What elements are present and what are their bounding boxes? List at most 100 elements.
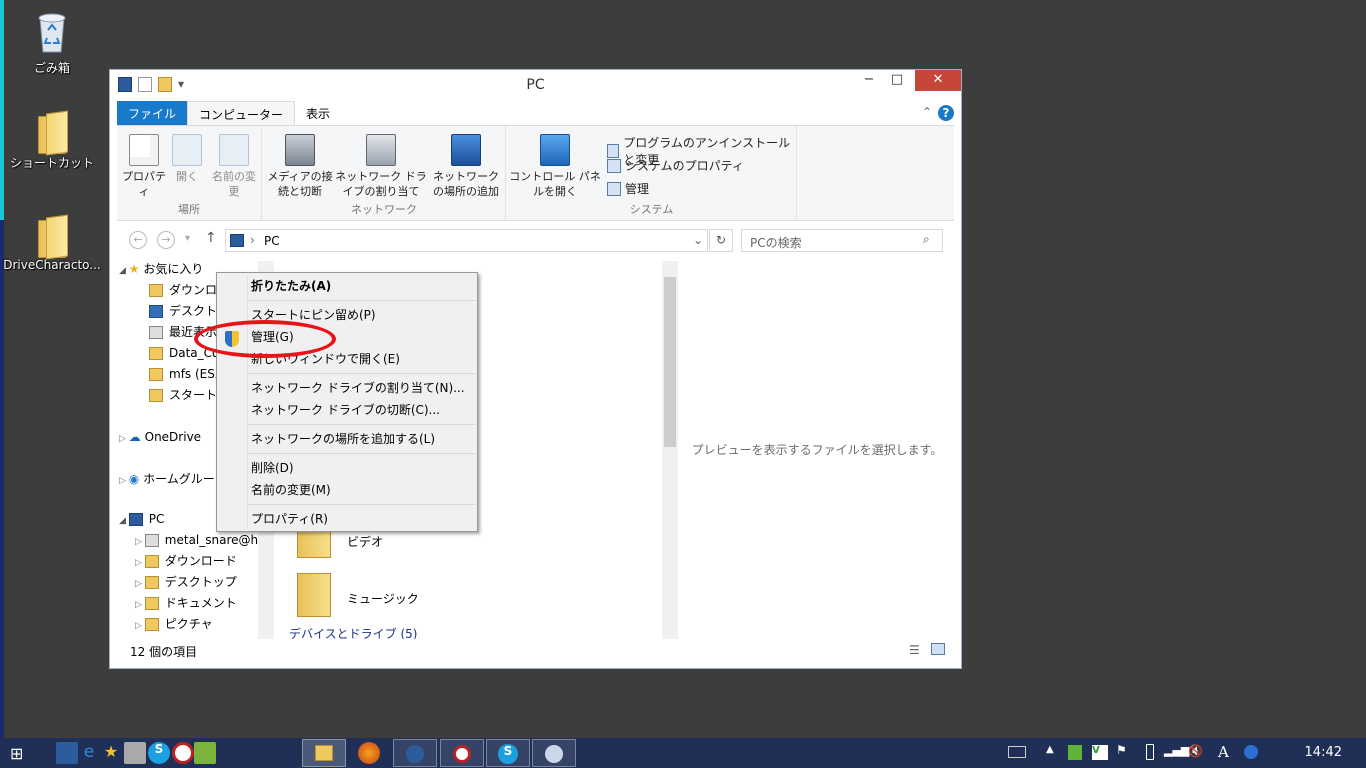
close-button[interactable]: ✕: [915, 70, 961, 91]
maximize-button[interactable]: □: [883, 70, 911, 91]
chevron-down-icon[interactable]: ⌄: [693, 233, 703, 247]
tree-item-pc-pictures[interactable]: ▷ ピクチャ: [135, 614, 213, 635]
battery-icon[interactable]: [1146, 744, 1154, 760]
group-header[interactable]: デバイスとドライブ (5): [289, 625, 417, 639]
search-input[interactable]: PCの検索: [741, 229, 943, 252]
ve-tray-icon[interactable]: V: [1092, 745, 1108, 760]
tree-item-pc[interactable]: ◢ PC: [119, 509, 164, 530]
green-app-icon[interactable]: [194, 742, 216, 764]
music-folder-icon[interactable]: [297, 573, 331, 617]
rename-button[interactable]: 名前の変更: [209, 134, 259, 199]
tree-item-pc-downloads[interactable]: ▷ ダウンロード: [135, 551, 237, 572]
tree-item-onedrive[interactable]: ▷ ☁ OneDrive: [119, 427, 201, 448]
media-connect-button[interactable]: メディアの接続と切断: [267, 134, 333, 199]
title-bar[interactable]: ▾ PC − □ ✕: [110, 70, 961, 101]
search-icon: ⌕: [923, 232, 930, 246]
ribbon-tabs: ファイル コンピューター 表示 ⌃ ?: [117, 101, 954, 125]
tab-computer[interactable]: コンピューター: [187, 101, 296, 125]
taskbar-app-button[interactable]: [393, 739, 437, 767]
taskbar-skype-button[interactable]: S: [486, 739, 530, 767]
tab-file[interactable]: ファイル: [117, 101, 188, 125]
red-highlight-annotation: [194, 320, 336, 358]
security-shield-icon[interactable]: [1068, 745, 1082, 760]
ribbon-group-system: コントロール パネルを開く プログラムのアンインストールと変更 システムのプロパ…: [507, 126, 797, 220]
skype-icon[interactable]: S: [148, 742, 170, 764]
recent-locations-icon[interactable]: ▾: [185, 233, 190, 244]
user-folder-icon: [144, 534, 159, 547]
taskbar-paint-button[interactable]: [532, 739, 576, 767]
large-icons-view-icon[interactable]: [931, 643, 945, 655]
content-scrollbar[interactable]: [662, 261, 678, 639]
menu-item-collapse[interactable]: 折りたたみ(A): [251, 275, 331, 297]
context-menu: 折りたたみ(A) スタートにピン留め(P) 管理(G) 新しいウィンドウで開く(…: [216, 272, 478, 532]
ime-icon[interactable]: A: [1218, 743, 1229, 761]
clock[interactable]: 14:42: [1305, 745, 1342, 760]
menu-item-delete[interactable]: 削除(D): [251, 457, 294, 479]
no-entry-icon[interactable]: [172, 742, 194, 764]
taskbar-noentry-button[interactable]: [440, 739, 484, 767]
desktop-icon-drivecharacto[interactable]: DriveCharacto...: [0, 216, 104, 272]
internet-explorer-icon[interactable]: e: [78, 742, 100, 764]
details-view-icon[interactable]: ☰: [909, 643, 920, 657]
recycle-bin-icon: [38, 13, 66, 53]
desktop-icon-shortcut[interactable]: ショートカット: [0, 112, 104, 171]
windows-start-icon[interactable]: ⊞: [10, 744, 23, 763]
expand-icon: ▷: [119, 476, 129, 486]
paint-icon: [545, 745, 563, 763]
taskbar-explorer-button[interactable]: [302, 739, 346, 767]
expand-icon: ◢: [119, 516, 129, 526]
breadcrumb-separator-icon: ›: [250, 233, 255, 247]
control-panel-button[interactable]: コントロール パネルを開く: [509, 134, 601, 199]
favorites-star-icon[interactable]: ★: [100, 742, 122, 764]
tree-item-pc-desktop[interactable]: ▷ デスクトップ: [135, 572, 237, 593]
minimize-button[interactable]: −: [855, 70, 883, 91]
computer-management-icon: [607, 181, 621, 196]
tree-item-homegroup[interactable]: ▷ ◉ ホームグルー: [119, 469, 215, 490]
add-network-location-button[interactable]: ネットワークの場所の追加: [430, 134, 502, 199]
map-network-drive-button[interactable]: ネットワーク ドライブの割り当て: [335, 134, 427, 199]
cloud-icon: ☁: [128, 430, 145, 444]
tree-item-favorites[interactable]: ◢ ★ お気に入り: [119, 259, 203, 280]
tree-item-metal-snare[interactable]: ▷ metal_snare@h: [135, 530, 258, 551]
tab-view[interactable]: 表示: [295, 101, 341, 125]
control-panel-icon: [540, 134, 570, 166]
desktop-icon-recycle-bin[interactable]: ごみ箱: [0, 8, 104, 76]
manage-button[interactable]: 管理: [607, 180, 649, 197]
folder-icon: [36, 112, 68, 154]
menu-item-map-drive[interactable]: ネットワーク ドライブの割り当て(N)...: [251, 377, 465, 399]
folder-label[interactable]: ミュージック: [347, 590, 419, 607]
open-button[interactable]: 開く: [169, 134, 205, 184]
menu-item-disconnect-drive[interactable]: ネットワーク ドライブの切断(C)...: [251, 399, 440, 421]
volume-muted-icon[interactable]: 🔇: [1188, 744, 1203, 758]
show-hidden-icons-icon[interactable]: ▲: [1046, 744, 1054, 755]
firefox-icon[interactable]: [358, 742, 380, 764]
network-tool-icon[interactable]: [124, 742, 146, 764]
folder-label[interactable]: ビデオ: [347, 533, 383, 550]
forward-button[interactable]: →: [157, 231, 175, 249]
collapse-ribbon-icon[interactable]: ⌃: [916, 101, 938, 125]
tree-item-pc-documents[interactable]: ▷ ドキュメント: [135, 593, 237, 614]
signal-icon[interactable]: ▂▄▆: [1164, 744, 1189, 757]
scroll-thumb[interactable]: [664, 277, 676, 447]
ribbon-group-label: システム: [629, 203, 674, 216]
open-icon: [172, 134, 202, 166]
tree-item-mfs[interactable]: mfs (ESX: [149, 364, 223, 385]
system-properties-button[interactable]: システムのプロパティ: [607, 157, 744, 174]
help-icon[interactable]: ?: [938, 105, 954, 121]
up-button[interactable]: ↑: [205, 230, 217, 246]
menu-item-properties[interactable]: プロパティ(R): [251, 508, 328, 530]
show-desktop-icon[interactable]: [56, 742, 78, 764]
back-button[interactable]: ←: [129, 231, 147, 249]
flag-icon[interactable]: ⚑: [1116, 743, 1127, 757]
menu-item-add-network-location[interactable]: ネットワークの場所を追加する(L): [251, 428, 435, 450]
refresh-button[interactable]: ↻: [709, 229, 733, 252]
menu-item-rename[interactable]: 名前の変更(M): [251, 479, 331, 501]
properties-button[interactable]: プロパティ: [121, 134, 167, 199]
keyboard-icon[interactable]: [1008, 746, 1026, 758]
taskbar: ⊞ e ★ S S ▲ V ⚑ ▂▄▆ 🔇 A 14:42: [0, 738, 1366, 768]
desktop-icon-label: ごみ箱: [33, 61, 70, 75]
folder-icon: [149, 284, 163, 297]
app-icon: [406, 745, 424, 763]
address-bar[interactable]: › PC ⌄: [225, 229, 708, 252]
network-globe-icon[interactable]: [1244, 745, 1258, 759]
